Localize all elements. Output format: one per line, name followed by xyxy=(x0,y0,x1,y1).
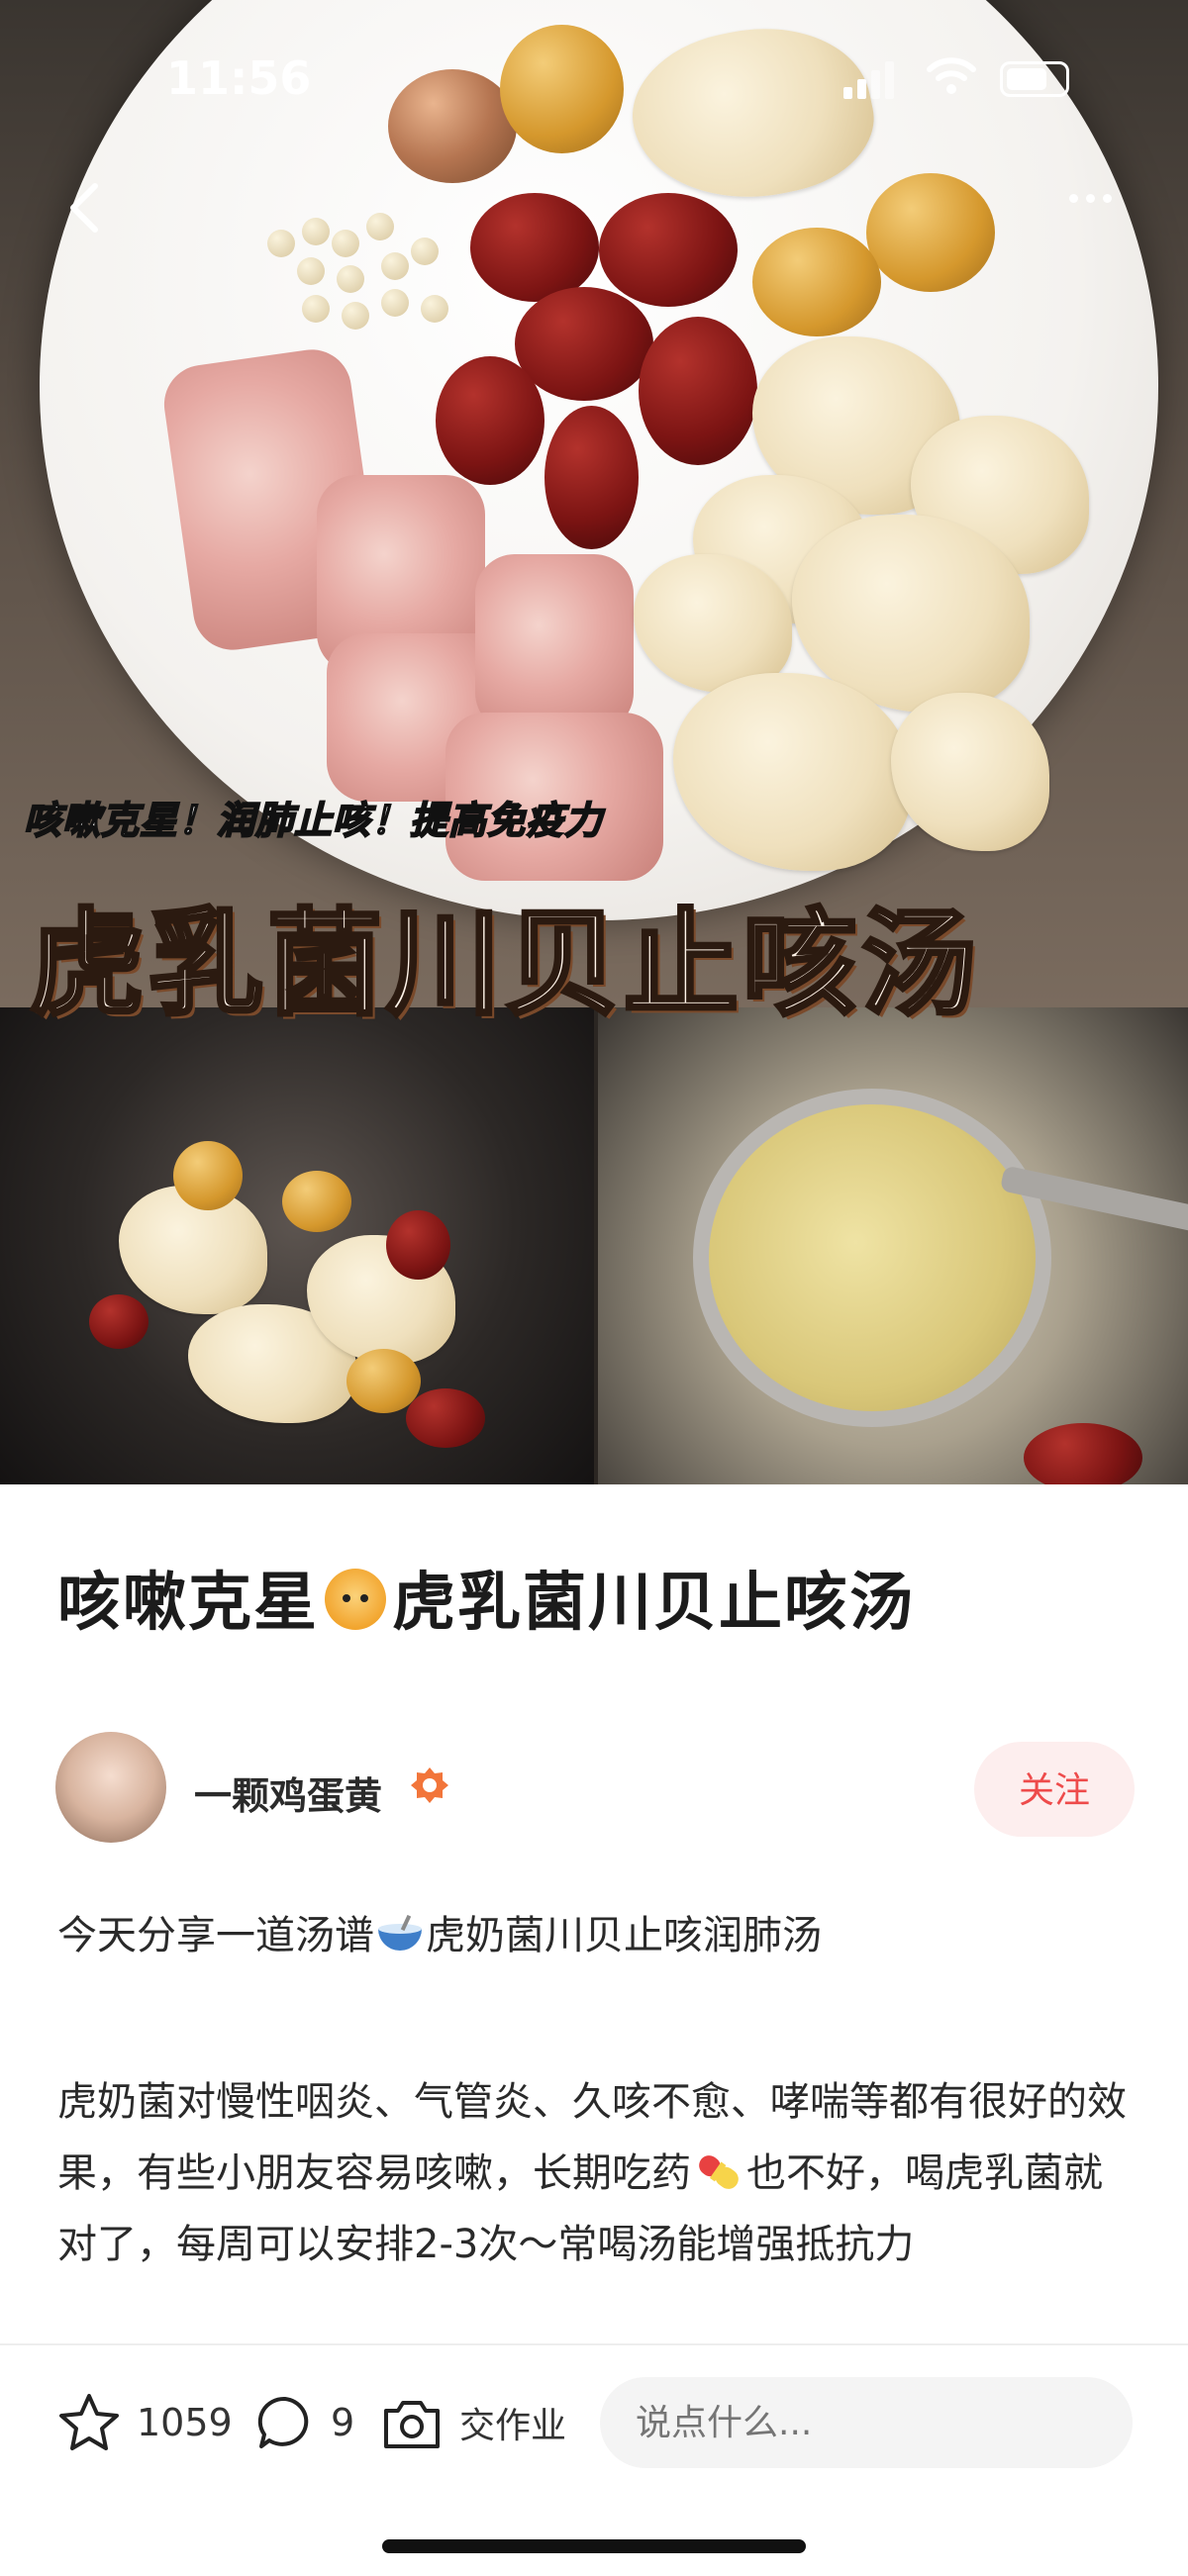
comment-bubble-icon xyxy=(257,2396,309,2448)
dried-fruit xyxy=(752,228,881,336)
red-date xyxy=(436,356,544,485)
comment-input[interactable] xyxy=(600,2377,1133,2468)
lotus-seed xyxy=(337,265,364,293)
red-date xyxy=(639,317,757,465)
camera-icon xyxy=(384,2401,440,2448)
red-date xyxy=(1024,1423,1142,1484)
image-overlay-title: 虎乳菌川贝止咳汤 xyxy=(28,896,980,1033)
status-bar: 11:56 xyxy=(0,0,1188,148)
lotus-seed xyxy=(421,295,448,323)
red-date xyxy=(470,193,599,302)
text-fade xyxy=(0,2306,1188,2345)
body-text-segment: 虎奶菌川贝止咳润肺汤 xyxy=(426,1913,822,1958)
like-button[interactable]: 1059 xyxy=(57,2393,233,2452)
post-title-part2: 虎乳菌川贝止咳汤 xyxy=(392,1567,915,1640)
red-date xyxy=(544,406,639,549)
lotus-seed xyxy=(381,289,409,317)
red-date xyxy=(89,1294,148,1349)
lotus-seed xyxy=(302,218,330,245)
lotus-seed xyxy=(381,252,409,280)
lotus-seed xyxy=(366,213,394,240)
red-date xyxy=(599,193,738,307)
wifi-icon xyxy=(927,57,976,94)
body-text-segment: 今天分享一道汤谱 xyxy=(57,1913,374,1958)
post-title: 咳嗽克星 虎乳菌川贝止咳汤 xyxy=(57,1552,915,1643)
lotus-seed xyxy=(411,238,439,265)
red-date xyxy=(515,287,653,401)
post-image-carousel[interactable]: 咳嗽克星！润肺止咳！提高免疫力 虎乳菌川贝止咳汤 xyxy=(0,0,1188,1484)
ladle xyxy=(693,1089,1051,1427)
image-overlay-subtitle: 咳嗽克星！润肺止咳！提高免疫力 xyxy=(23,798,604,843)
star-icon xyxy=(59,2394,119,2450)
follow-button[interactable]: 关注 xyxy=(974,1742,1135,1837)
dried-fruit xyxy=(282,1171,351,1232)
tiger-emoji-icon xyxy=(325,1569,386,1630)
post-title-part1: 咳嗽克星 xyxy=(57,1567,319,1640)
body-paragraph: 虎奶菌对慢性咽炎、气管炎、久咳不愈、哮喘等都有很好的效果，有些小朋友容易咳嗽，长… xyxy=(57,2066,1137,2280)
lotus-seed xyxy=(342,302,369,330)
dried-fruit xyxy=(173,1141,243,1210)
homework-label: 交作业 xyxy=(459,2406,567,2446)
pot-photo xyxy=(0,1007,594,1484)
lotus-seed xyxy=(297,257,325,285)
verified-badge-icon xyxy=(411,1767,448,1803)
author-avatar[interactable] xyxy=(55,1732,166,1843)
post-body: 今天分享一道汤谱 虎奶菌川贝止咳润肺汤 虎奶菌对慢性咽炎、气管炎、久咳不愈、哮喘等… xyxy=(57,1900,1137,2280)
lotus-seed xyxy=(332,230,359,257)
more-options-icon[interactable] xyxy=(1069,188,1129,218)
pill-emoji-icon xyxy=(699,2155,739,2189)
body-paragraph: 今天分享一道汤谱 虎奶菌川贝止咳润肺汤 xyxy=(57,1900,1137,1971)
dried-fruit xyxy=(866,173,995,292)
red-date xyxy=(386,1210,450,1280)
lotus-seed xyxy=(267,230,295,257)
body-text-segment: 常喝汤能增强抵抗力 xyxy=(557,2222,915,2267)
comment-count: 9 xyxy=(331,2401,355,2444)
signal-icon xyxy=(843,61,894,99)
ingredients-photo xyxy=(0,0,1188,1007)
home-indicator xyxy=(382,2539,806,2553)
author-name[interactable]: 一颗鸡蛋黄 xyxy=(194,1765,382,1820)
pork-rib xyxy=(475,554,634,732)
homework-button[interactable]: 交作业 xyxy=(380,2393,566,2452)
author-row: 一颗鸡蛋黄 关注 xyxy=(55,1732,1135,1851)
comment-button[interactable]: 9 xyxy=(255,2393,354,2452)
dried-fruit xyxy=(346,1349,421,1413)
battery-icon xyxy=(1000,61,1069,97)
lotus-seed xyxy=(302,295,330,323)
red-date xyxy=(406,1388,485,1448)
like-count: 1059 xyxy=(137,2401,233,2444)
status-time: 11:56 xyxy=(166,51,312,105)
soup-bowl-emoji-icon xyxy=(378,1915,422,1951)
back-arrow-icon[interactable] xyxy=(59,178,115,238)
